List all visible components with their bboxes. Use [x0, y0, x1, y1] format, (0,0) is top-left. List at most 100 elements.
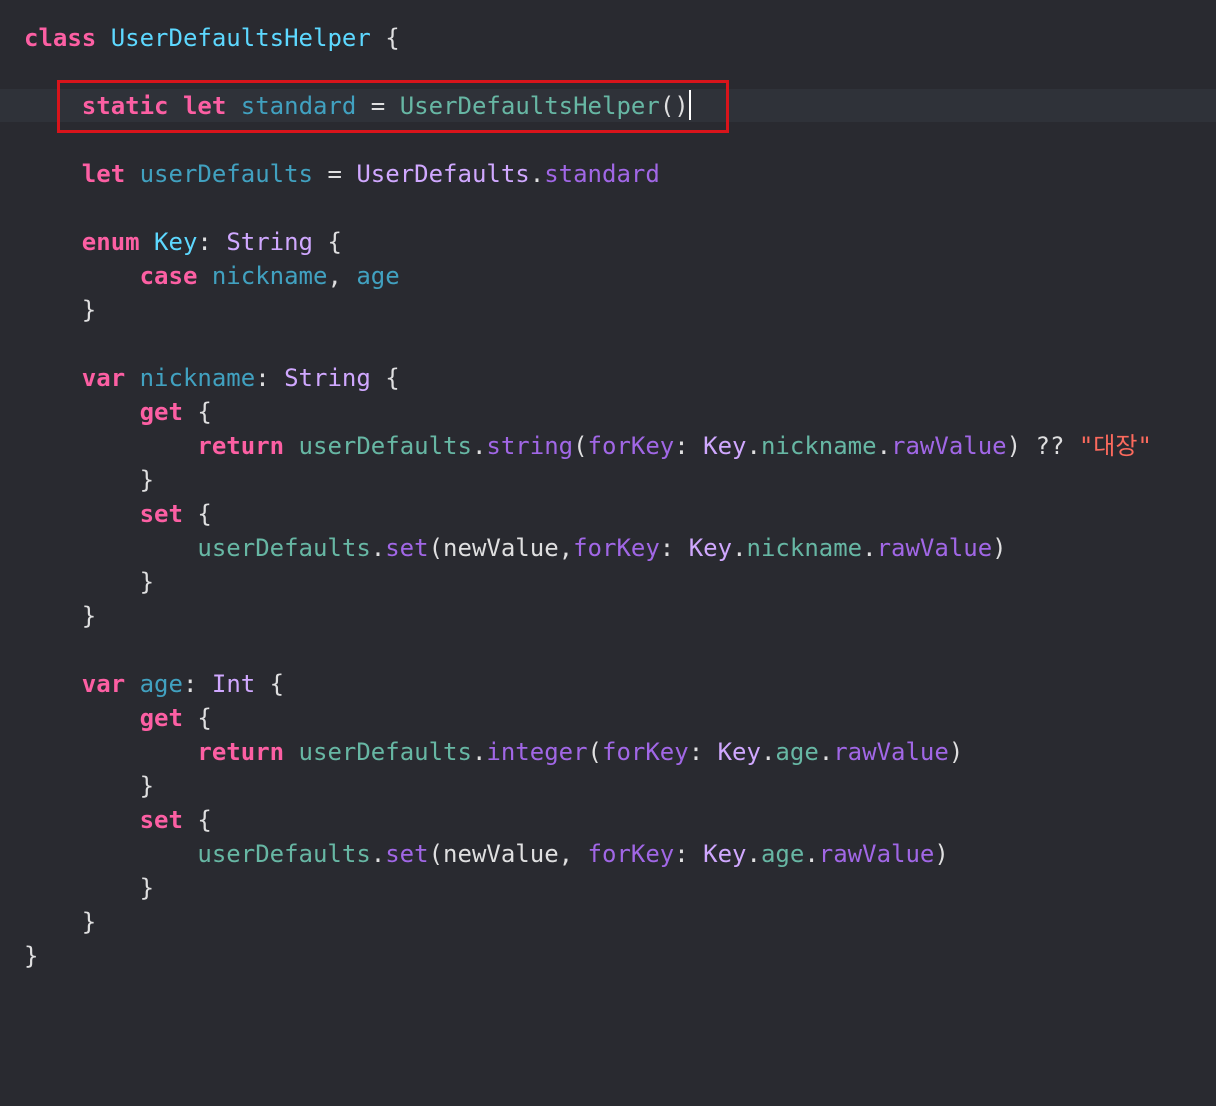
code-token: .: [529, 160, 545, 188]
code-line[interactable]: }: [24, 939, 1152, 973]
code-token: {: [370, 364, 400, 392]
code-line[interactable]: let userDefaults = UserDefaults.standard: [24, 157, 1152, 191]
code-token-call: userDefaults: [298, 738, 472, 766]
code-token: }: [24, 772, 155, 800]
code-line[interactable]: userDefaults.set(newValue, forKey: Key.a…: [24, 837, 1152, 871]
code-token-kw: return: [197, 738, 285, 766]
code-token-str: "대장": [1078, 432, 1152, 460]
code-token: .: [370, 534, 386, 562]
code-token-prop: standard: [240, 92, 357, 120]
code-line[interactable]: get {: [24, 395, 1152, 429]
code-token-kw: var: [81, 670, 126, 698]
code-line[interactable]: }: [24, 565, 1152, 599]
code-token-call: userDefaults: [197, 840, 371, 868]
code-token: :: [674, 432, 704, 460]
code-line[interactable]: set {: [24, 803, 1152, 837]
code-token-ptype: standard: [544, 160, 660, 188]
code-token-prop: userDefaults: [139, 160, 313, 188]
code-token-call: UserDefaultsHelper: [399, 92, 660, 120]
code-line[interactable]: ​: [24, 327, 1152, 361]
code-line[interactable]: ​: [24, 123, 1152, 157]
code-token-kw: get: [139, 398, 183, 426]
code-token-type: Key: [717, 738, 761, 766]
code-token-type: UserDefaults: [356, 160, 530, 188]
code-line[interactable]: }: [24, 293, 1152, 327]
code-line[interactable]: ​: [24, 55, 1152, 89]
code-token-prop: age: [356, 262, 400, 290]
code-token: :: [255, 364, 285, 392]
code-token: {: [370, 24, 400, 52]
code-line[interactable]: }: [24, 599, 1152, 633]
code-line[interactable]: ​: [24, 633, 1152, 667]
code-token: {: [182, 398, 212, 426]
code-token-call: userDefaults: [298, 432, 472, 460]
code-token: .: [471, 432, 487, 460]
code-line[interactable]: }: [24, 769, 1152, 803]
code-line[interactable]: class UserDefaultsHelper {: [24, 21, 1152, 55]
code-line[interactable]: ​: [24, 191, 1152, 225]
code-token-ptype: forKey: [602, 738, 689, 766]
code-line[interactable]: enum Key: String {: [24, 225, 1152, 259]
source-code[interactable]: class UserDefaultsHelper {​ static let s…: [24, 21, 1152, 973]
code-token-decl: Key: [154, 228, 198, 256]
code-token: .: [818, 738, 834, 766]
code-line[interactable]: var age: Int {: [24, 667, 1152, 701]
code-token-call: nickname: [760, 432, 877, 460]
code-token: =: [356, 92, 400, 120]
code-token-prop: nickname: [211, 262, 328, 290]
code-token: (): [659, 92, 689, 120]
code-token: :: [688, 738, 718, 766]
code-line[interactable]: static let standard = UserDefaultsHelper…: [24, 89, 1152, 123]
code-token: {: [255, 670, 285, 698]
code-token: .: [760, 738, 776, 766]
code-line[interactable]: case nickname, age: [24, 259, 1152, 293]
code-token-decl: UserDefaultsHelper: [110, 24, 371, 52]
code-token-kw: enum: [81, 228, 140, 256]
code-token: }: [24, 874, 155, 902]
code-line[interactable]: get {: [24, 701, 1152, 735]
code-token: }: [24, 466, 155, 494]
code-line[interactable]: return userDefaults.integer(forKey: Key.…: [24, 735, 1152, 769]
code-token: .: [804, 840, 819, 868]
code-token: ) ??: [1006, 432, 1079, 460]
code-line[interactable]: var nickname: String {: [24, 361, 1152, 395]
code-token-kw: set: [139, 500, 183, 528]
code-line[interactable]: }: [24, 871, 1152, 905]
code-token-call: age: [775, 738, 819, 766]
code-line[interactable]: userDefaults.set(newValue,forKey: Key.ni…: [24, 531, 1152, 565]
code-line[interactable]: return userDefaults.string(forKey: Key.n…: [24, 429, 1152, 463]
code-line[interactable]: }: [24, 905, 1152, 939]
code-token: }: [24, 942, 39, 970]
code-token-type: Key: [703, 840, 747, 868]
code-token-ptype: rawValue: [891, 432, 1007, 460]
code-token-kw: set: [139, 806, 183, 834]
code-editor[interactable]: class UserDefaultsHelper {​ static let s…: [0, 0, 1216, 1106]
code-token: :: [197, 228, 227, 256]
code-line[interactable]: }: [24, 463, 1152, 497]
code-token-ptype: set: [385, 840, 429, 868]
code-line[interactable]: set {: [24, 497, 1152, 531]
code-token-ptype: rawValue: [818, 840, 935, 868]
code-token: {: [182, 500, 212, 528]
code-token: }: [24, 908, 97, 936]
code-token: .: [746, 840, 761, 868]
code-token: .: [862, 534, 877, 562]
